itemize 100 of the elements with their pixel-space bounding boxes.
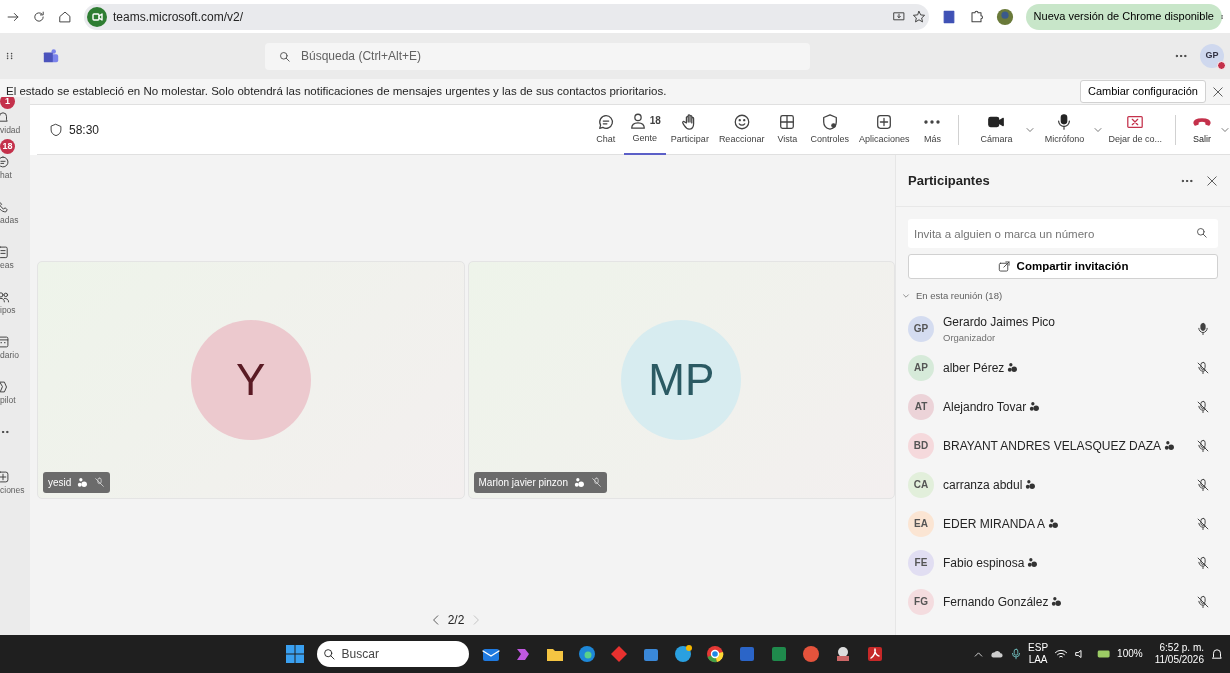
microphone-icon[interactable] [1010,648,1023,660]
search-icon [1196,227,1208,239]
participant-avatar: FE [908,549,934,576]
notice-text: El estado se estableció en No molestar. Solo obtendrá las notificaciones de mensajes urgentes y las de sus contactos prioritarios. [6,83,668,98]
muted-mic-icon [94,477,106,488]
participant-name[interactable]: Alejandro Tovar [943,397,1027,416]
browser-wave-icon[interactable] [576,644,597,664]
notification-badge: 18 [0,139,15,154]
bookmark-star-icon[interactable] [911,9,926,24]
rail-label[interactable]: eas [0,259,14,272]
participant-name[interactable]: Gerardo Jaimes Pico [943,312,1056,331]
search-icon [322,647,336,661]
search-icon [279,50,291,63]
invite-field[interactable]: Invita a alguien o marca un número [908,219,1218,248]
plus-icon [875,112,894,131]
toolbar-button[interactable]: Salir [1184,104,1220,155]
chevron-icon [902,292,910,301]
share-icon [997,260,1011,273]
hang-up-icon [1193,117,1211,126]
participant-avatar: GP [908,315,934,342]
participant-avatar: AP [908,354,934,381]
shield-icon [49,122,63,137]
meeting-timer: 58:30 [69,121,100,139]
guest-icon [77,477,89,488]
participant-name[interactable]: EDER MIRANDA A [943,514,1046,533]
group-icon[interactable] [0,290,10,304]
participant-name[interactable]: Fernando González [943,592,1049,611]
toolbar-button[interactable]: Chat [587,104,624,155]
taskbar-search[interactable]: Buscar [316,641,469,667]
notification-badge: 1 [0,97,15,109]
rail-label[interactable]: ciones [0,484,25,497]
help-icon[interactable] [672,644,693,664]
toolbar-button[interactable]: Reaccionar [713,104,770,155]
participant-name: Marlon javier pinzon [478,476,568,490]
more-icon [924,119,941,124]
participant-name: yesid [48,476,72,490]
participant-avatar: FG [908,588,934,615]
toolbar-button[interactable]: Micrófono [1035,104,1094,155]
reload-icon[interactable] [32,9,46,24]
copilot-icon[interactable] [0,380,10,394]
rail-label[interactable]: ipos [0,304,16,317]
avatar-initials: MP [621,320,742,440]
section-header[interactable]: En esta reunión (18) [902,289,1003,304]
toolbar-button[interactable]: Aplicaciones [853,104,915,155]
guest-icon [574,477,585,488]
panel-title: Participantes [908,171,991,190]
toolbar-button[interactable]: Participar [665,104,714,155]
toolbar-button[interactable]: Más [914,104,951,155]
participant-name[interactable]: Fabio espinosa [943,553,1025,572]
rail-label[interactable]: vidad [0,124,21,137]
participant-avatar: CA [908,471,934,498]
user-avatar[interactable]: GP [1200,44,1224,68]
powerpoint-icon[interactable] [800,644,821,664]
grid-icon [778,112,797,131]
update-button[interactable]: Nueva versión de Chrome disponible [1025,3,1222,30]
person-icon [628,111,647,130]
site-icon [87,6,107,27]
participant-avatar: BD [908,432,934,459]
close-icon[interactable] [1206,174,1218,187]
apps-icon[interactable] [0,470,10,484]
participant-avatar: EA [908,510,934,537]
chat-bubble-icon [596,112,615,131]
windows-start-icon[interactable] [284,644,305,664]
bell-icon[interactable] [0,110,10,124]
rail-label[interactable]: dario [0,349,19,362]
teams-logo-icon[interactable] [42,47,60,65]
participant-name[interactable]: alber Pérez [943,358,1005,377]
rail-label[interactable]: hat [0,169,12,182]
phone-icon[interactable] [0,200,10,214]
clock[interactable]: 6:52 p. m. 11/05/2026 [1154,642,1204,666]
url-text[interactable]: teams.microsoft.com/v2/ [113,7,244,26]
avatar-initials: Y [190,320,311,440]
close-icon[interactable] [1212,85,1224,98]
toolbar-button[interactable]: Vista [769,104,806,155]
toolbar-button[interactable]: Dejar de co... [1103,104,1167,155]
chat-bubble-icon[interactable] [0,155,10,169]
page-indicator: 2/2 [447,612,465,629]
rail-label[interactable]: adas [0,214,19,227]
toolbar-button[interactable]: Controles [805,104,854,155]
participant-role: Organizador [943,330,997,345]
home-icon[interactable] [58,9,72,24]
change-settings-button[interactable]: Cambiar configuración [1079,80,1206,103]
rail-label[interactable]: pilot [0,394,16,407]
notification-icon[interactable] [1210,647,1224,661]
toolbar-button[interactable]: Cámara [967,104,1026,155]
profile-picture-icon[interactable] [995,7,1014,26]
calendar-icon[interactable] [0,335,10,349]
participant-avatar: AT [908,393,934,420]
do-not-disturb-dot [1217,61,1226,70]
language-indicator[interactable]: ESP LAA [1028,642,1049,666]
share-invitation-button[interactable]: Compartir invitación [908,254,1218,279]
puzzle-icon[interactable] [968,9,984,24]
participant-name[interactable]: BRAYANT ANDRES VELASQUEZ DAZA [943,436,1162,455]
battery-percent: 100% [1117,648,1143,660]
participant-name[interactable]: carranza abdul [943,475,1023,494]
clipboard-icon[interactable] [0,245,10,259]
search-field[interactable]: Búsqueda (Ctrl+Alt+E) [265,42,810,70]
chrome-icon[interactable] [704,644,725,664]
muted-mic-icon [591,477,602,488]
shield-gear-icon [820,112,839,131]
